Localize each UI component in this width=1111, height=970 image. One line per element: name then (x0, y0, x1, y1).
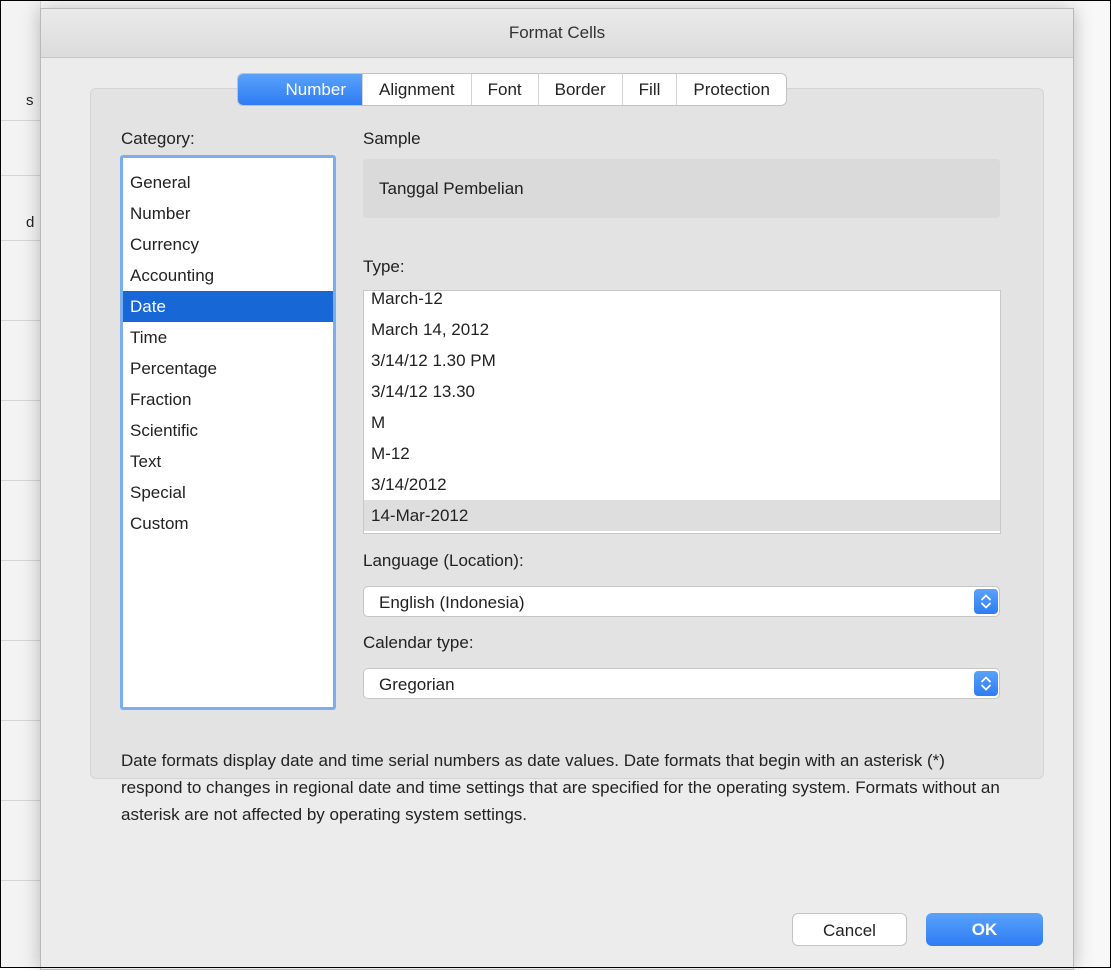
list-item[interactable]: Fraction (123, 384, 333, 415)
row-line (0, 320, 40, 321)
category-list[interactable]: General Number Currency Accounting Date … (120, 155, 336, 710)
format-cells-dialog: Format Cells Number Alignment Font Borde… (40, 8, 1074, 970)
dialog-title: Format Cells (41, 9, 1073, 58)
row-line (0, 240, 40, 241)
cancel-button[interactable]: Cancel (792, 913, 907, 946)
ok-button[interactable]: OK (926, 913, 1043, 946)
tab-number[interactable]: Number (238, 74, 362, 105)
row-line (0, 720, 40, 721)
list-item[interactable]: Custom (123, 508, 333, 539)
list-item[interactable]: March 14, 2012 (364, 314, 1000, 345)
list-item[interactable]: Time (123, 322, 333, 353)
background-cell-text: d (26, 214, 35, 231)
list-item[interactable]: 3/14/2012 (364, 469, 1000, 500)
tab-fill[interactable]: Fill (621, 74, 677, 105)
type-label: Type: (363, 257, 405, 276)
list-item[interactable]: Number (123, 198, 333, 229)
sample-preview: Tanggal Pembelian (363, 159, 1000, 218)
select-stepper-icon[interactable] (974, 671, 998, 696)
select-stepper-icon[interactable] (974, 589, 998, 614)
chevron-up-down-icon (981, 594, 991, 609)
category-label: Category: (121, 129, 195, 148)
list-item[interactable]: Accounting (123, 260, 333, 291)
calendar-select[interactable]: Gregorian (363, 668, 1000, 699)
tab-alignment[interactable]: Alignment (362, 74, 471, 105)
list-item[interactable]: Scientific (123, 415, 333, 446)
list-item[interactable]: 3/14/12 13.30 (364, 376, 1000, 407)
list-item-selected[interactable]: 14-Mar-2012 (364, 500, 1000, 531)
list-item[interactable]: Special (123, 477, 333, 508)
background-cell-text: s (26, 92, 34, 109)
type-list[interactable]: March-12 March 14, 2012 3/14/12 1.30 PM … (363, 290, 1001, 534)
list-item[interactable]: Percentage (123, 353, 333, 384)
row-line (0, 175, 40, 176)
list-item[interactable]: M (364, 407, 1000, 438)
list-item[interactable]: M-12 (364, 438, 1000, 469)
calendar-select-value: Gregorian (379, 675, 455, 694)
row-line (0, 800, 40, 801)
tab-border[interactable]: Border (537, 74, 622, 105)
list-item[interactable]: 3/14/12 1.30 PM (364, 345, 1000, 376)
list-item[interactable]: March-12 (364, 291, 1000, 314)
format-description: Date formats display date and time seria… (121, 751, 1000, 824)
calendar-label: Calendar type: (363, 633, 474, 652)
language-select[interactable]: English (Indonesia) (363, 586, 1000, 617)
row-line (0, 120, 40, 121)
tab-font[interactable]: Font (470, 74, 538, 105)
row-line (0, 560, 40, 561)
sample-label: Sample (363, 129, 421, 148)
list-item[interactable]: General (123, 167, 333, 198)
row-line (0, 400, 40, 401)
row-line (0, 640, 40, 641)
spreadsheet-right-area (1072, 0, 1111, 968)
row-line (0, 880, 40, 881)
row-header-strip (0, 0, 41, 968)
row-line (0, 480, 40, 481)
tab-bar: Number Alignment Font Border Fill Protec… (237, 73, 787, 106)
tab-protection[interactable]: Protection (676, 74, 786, 105)
language-select-value: English (Indonesia) (379, 593, 525, 612)
list-item-selected[interactable]: Date (123, 291, 333, 322)
language-label: Language (Location): (363, 551, 524, 570)
list-item[interactable]: Text (123, 446, 333, 477)
list-item[interactable]: Currency (123, 229, 333, 260)
chevron-up-down-icon (981, 676, 991, 691)
